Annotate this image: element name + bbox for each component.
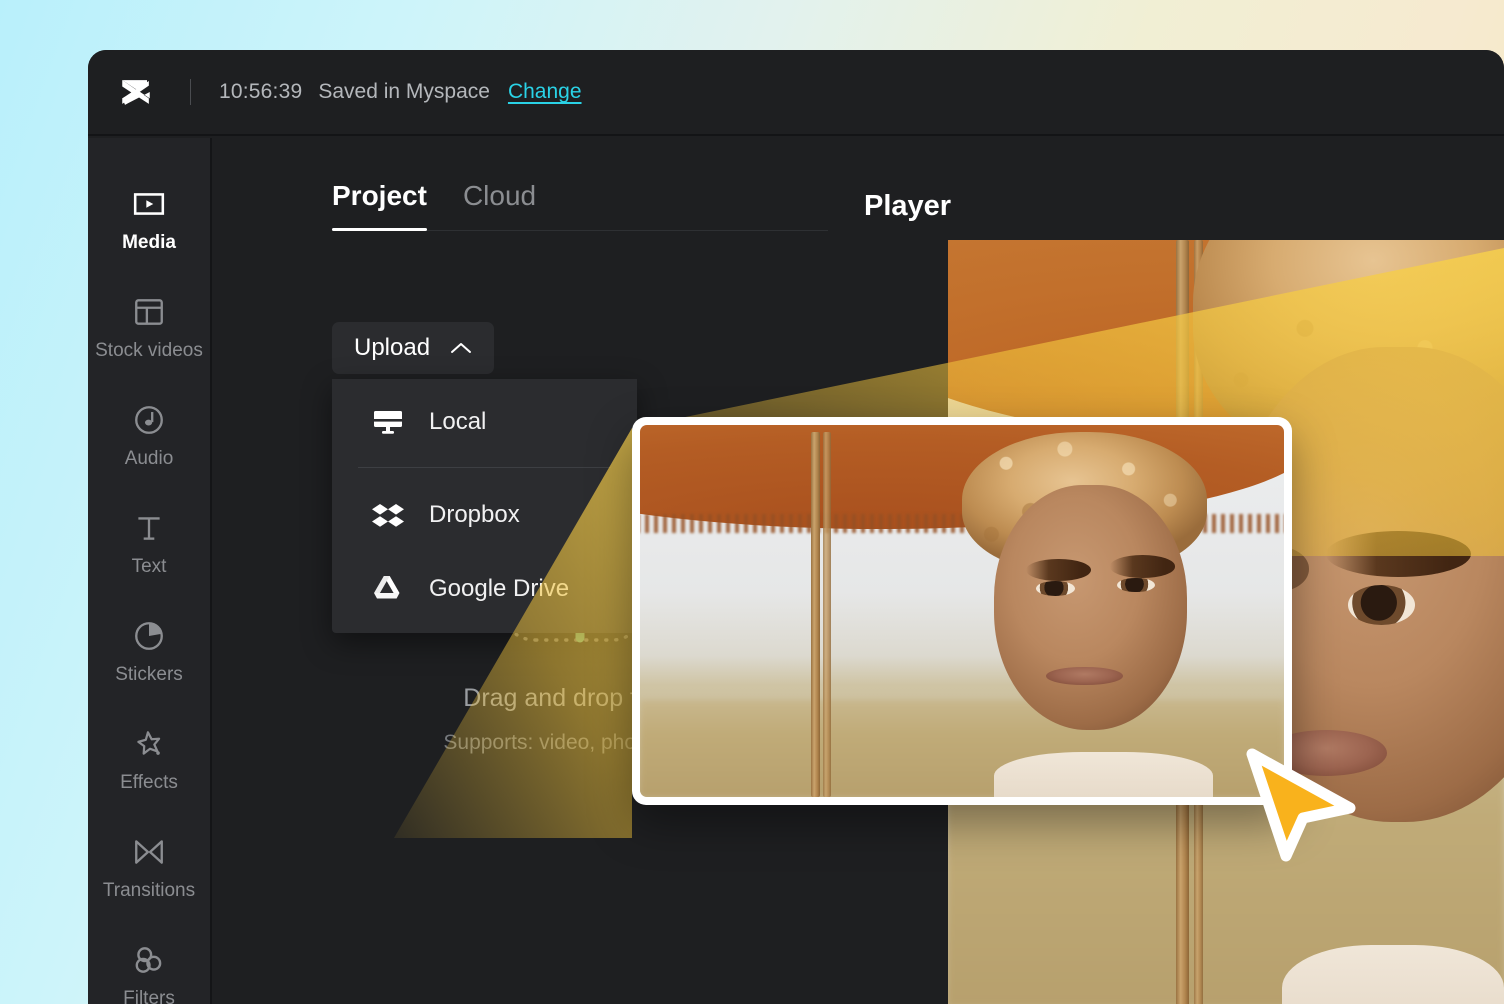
sidebar-item-transitions[interactable]: Transitions — [88, 814, 210, 922]
upload-menu-item-label: Dropbox — [429, 501, 520, 528]
google-drive-icon — [374, 576, 400, 599]
sidebar-item-label: Audio — [124, 447, 174, 469]
text-t-icon — [138, 516, 160, 540]
sidebar-item-filters[interactable]: Filters — [88, 922, 210, 1004]
layout-grid-icon — [135, 298, 163, 325]
upload-menu-item-label: Local — [429, 408, 487, 435]
sticker-circle-icon — [135, 621, 163, 650]
sidebar-item-label: Media — [122, 231, 176, 253]
upload-button-label: Upload — [354, 334, 431, 361]
media-play-frame-icon — [133, 192, 165, 215]
sidebar-item-label: Text — [131, 555, 167, 577]
sidebar-item-text[interactable]: Text — [88, 490, 210, 598]
sidebar-item-media[interactable]: Media — [88, 166, 210, 274]
app-window: 10:56:39 Saved in Myspace Change Media S… — [88, 50, 1504, 1004]
dragged-media-card[interactable] — [632, 417, 1292, 805]
filters-three-circles-icon — [135, 946, 162, 973]
sidebar-item-audio[interactable]: Audio — [88, 382, 210, 490]
sidebar-item-label: Stock videos — [95, 339, 203, 361]
sidebar-item-stickers[interactable]: Stickers — [88, 598, 210, 706]
effects-sparkle-star-icon — [137, 730, 161, 755]
tab-cloud[interactable]: Cloud — [463, 180, 536, 216]
capcut-logo-icon[interactable] — [114, 70, 158, 114]
upload-menu-item-local[interactable]: Local — [332, 385, 637, 459]
upload-menu-item-google-drive[interactable]: Google Drive — [332, 552, 637, 626]
dropbox-icon — [372, 504, 404, 527]
saved-location-label: Saved in Myspace — [318, 80, 490, 103]
tab-project[interactable]: Project — [332, 180, 427, 231]
sidebar-item-effects[interactable]: Effects — [88, 706, 210, 814]
sidebar-item-label: Effects — [120, 771, 178, 793]
upload-button[interactable]: Upload — [332, 322, 495, 374]
header-divider — [190, 79, 191, 105]
sidebar-nav: Media Stock videos Audio Text Stickers E… — [88, 138, 212, 1004]
sidebar-item-label: Transitions — [102, 879, 196, 901]
sidebar-item-label: Filters — [123, 987, 175, 1004]
transitions-bowtie-icon — [135, 839, 163, 864]
chevron-up-icon — [451, 343, 472, 353]
monitor-icon — [374, 411, 402, 434]
upload-menu-item-label: Google Drive — [429, 575, 570, 602]
sidebar-item-stock-videos[interactable]: Stock videos — [88, 274, 210, 382]
change-location-link[interactable]: Change — [508, 80, 582, 104]
menu-divider — [358, 467, 611, 468]
player-title: Player — [864, 190, 952, 222]
media-tabstrip: Project Cloud — [332, 180, 828, 231]
audio-note-circle-icon — [135, 405, 163, 434]
upload-dropdown-menu: Local Dropbox Google Drive — [332, 379, 637, 633]
sidebar-item-label: Stickers — [115, 663, 183, 685]
upload-menu-item-dropbox[interactable]: Dropbox — [332, 478, 637, 552]
titlebar: 10:56:39 Saved in Myspace Change — [88, 50, 1504, 136]
session-clock: 10:56:39 — [219, 80, 303, 103]
dragged-media-thumbnail — [640, 425, 1284, 797]
